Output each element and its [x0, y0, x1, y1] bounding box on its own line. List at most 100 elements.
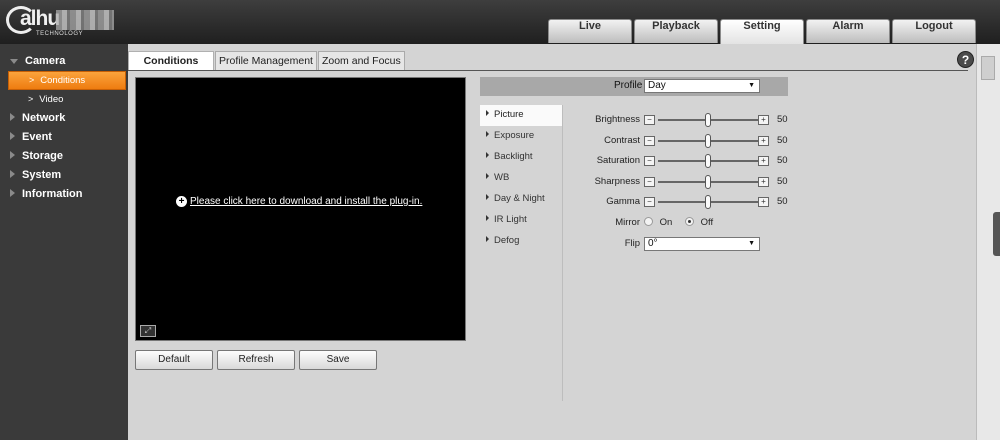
side-panel-handle[interactable]	[993, 212, 1000, 256]
nav-tab-setting[interactable]: Setting	[720, 19, 804, 44]
plugin-link-text: Please click here to download and instal…	[190, 196, 423, 207]
sidebar-item-label: Network	[22, 112, 66, 124]
tab-zoom-and-focus[interactable]: Zoom and Focus	[317, 51, 405, 70]
save-button[interactable]: Save	[299, 350, 377, 370]
logo-redacted	[56, 10, 114, 30]
sharpness-slider[interactable]: − + 50	[644, 175, 788, 189]
plus-circle-icon: +	[176, 196, 187, 207]
fullscreen-icon[interactable]: ⤢	[140, 325, 156, 337]
page-tabs: Conditions Profile Management Zoom and F…	[128, 51, 406, 70]
decrease-icon[interactable]: −	[644, 136, 655, 146]
brightness-value: 50	[777, 114, 788, 125]
sidebar-item-conditions[interactable]: > Conditions	[8, 71, 126, 90]
gamma-label: Gamma	[606, 196, 640, 207]
decrease-icon[interactable]: −	[644, 156, 655, 166]
page-scrollbar[interactable]	[976, 44, 1000, 440]
profile-bar: Profile Day ▼	[480, 77, 788, 96]
caret-right-icon	[10, 189, 15, 197]
sharpness-value: 50	[777, 176, 788, 187]
sidebar-item-label: Storage	[22, 150, 63, 162]
profile-label: Profile	[614, 80, 643, 91]
logo-text: alhu	[20, 7, 60, 30]
sidebar-item-label: Video	[39, 94, 64, 105]
sidebar-item-camera[interactable]: Camera	[0, 52, 128, 71]
sidebar-item-information[interactable]: Information	[0, 185, 128, 204]
slider-thumb[interactable]	[705, 154, 711, 168]
sidebar-item-storage[interactable]: Storage	[0, 147, 128, 166]
contrast-row: Contrast − + 50	[520, 134, 792, 148]
profile-select[interactable]: Day ▼	[644, 79, 760, 93]
saturation-slider[interactable]: − + 50	[644, 154, 788, 168]
gamma-row: Gamma − + 50	[520, 195, 792, 209]
sidebar: Camera > Conditions > Video Network Event …	[0, 44, 128, 440]
tab-profile-management[interactable]: Profile Management	[215, 51, 317, 70]
sidebar-item-event[interactable]: Event	[0, 128, 128, 147]
slider-thumb[interactable]	[705, 195, 711, 209]
action-buttons: Default Refresh Save	[135, 350, 377, 370]
nav-tab-alarm[interactable]: Alarm	[806, 19, 890, 43]
caret-right-icon	[10, 151, 15, 159]
refresh-button[interactable]: Refresh	[217, 350, 295, 370]
mirror-label: Mirror	[615, 217, 640, 228]
chevron-right-icon: >	[28, 94, 34, 104]
caret-right-icon	[10, 132, 15, 140]
sidebar-item-label: Information	[22, 188, 83, 200]
nav-tab-playback[interactable]: Playback	[634, 19, 718, 43]
flip-select-value: 0°	[648, 238, 658, 249]
nav-tab-live[interactable]: Live	[548, 19, 632, 43]
flip-label: Flip	[624, 238, 640, 249]
chevron-right-icon: >	[29, 75, 35, 85]
flip-row: Flip 0° ▼	[520, 237, 820, 251]
increase-icon[interactable]: +	[758, 156, 769, 166]
mirror-row: Mirror On Off	[520, 216, 820, 230]
gamma-slider[interactable]: − + 50	[644, 195, 788, 209]
decrease-icon[interactable]: −	[644, 177, 655, 187]
caret-right-icon	[486, 173, 489, 179]
slider-thumb[interactable]	[705, 175, 711, 189]
logo-subtext: TECHNOLOGY	[36, 31, 84, 37]
sidebar-item-video[interactable]: > Video	[8, 90, 126, 109]
decrease-icon[interactable]: −	[644, 197, 655, 207]
caret-down-icon	[10, 59, 18, 64]
mirror-on-label: On	[659, 217, 673, 228]
help-icon[interactable]: ?	[957, 51, 974, 68]
brightness-row: Brightness − + 50	[520, 113, 792, 127]
contrast-slider[interactable]: − + 50	[644, 134, 788, 148]
increase-icon[interactable]: +	[758, 136, 769, 146]
contrast-label: Contrast	[604, 135, 640, 146]
slider-thumb[interactable]	[705, 113, 711, 127]
caret-right-icon	[486, 110, 489, 116]
sidebar-item-label: Camera	[25, 55, 66, 67]
mirror-off-radio[interactable]	[684, 217, 694, 226]
nav-tab-logout[interactable]: Logout	[892, 19, 976, 43]
tab-conditions[interactable]: Conditions	[128, 51, 214, 70]
decrease-icon[interactable]: −	[644, 115, 655, 125]
increase-icon[interactable]: +	[758, 197, 769, 207]
sidebar-item-label: Event	[22, 131, 52, 143]
increase-icon[interactable]: +	[758, 115, 769, 125]
caret-right-icon	[486, 152, 489, 158]
sharpness-row: Sharpness − + 50	[520, 175, 792, 189]
slider-thumb[interactable]	[705, 134, 711, 148]
setting-tab-label: Defog	[494, 235, 520, 246]
brightness-slider[interactable]: − + 50	[644, 113, 788, 127]
caret-right-icon	[10, 170, 15, 178]
gamma-value: 50	[777, 196, 788, 207]
sidebar-item-network[interactable]: Network	[0, 109, 128, 128]
caret-right-icon	[10, 113, 15, 121]
flip-select[interactable]: 0° ▼	[644, 237, 760, 251]
caret-right-icon	[486, 215, 489, 221]
brightness-label: Brightness	[595, 114, 640, 125]
brand-logo: alhu TECHNOLOGY	[6, 5, 114, 37]
default-button[interactable]: Default	[135, 350, 213, 370]
settings-divider	[562, 105, 563, 401]
plugin-download-link[interactable]: + Please click here to download and inst…	[176, 196, 422, 207]
dropdown-arrow-icon: ▼	[748, 240, 755, 247]
saturation-row: Saturation − + 50	[520, 154, 792, 168]
scrollbar-thumb[interactable]	[981, 56, 995, 80]
video-preview: + Please click here to download and inst…	[135, 77, 466, 341]
increase-icon[interactable]: +	[758, 177, 769, 187]
mirror-on-radio[interactable]	[644, 217, 653, 226]
main-content: Conditions Profile Management Zoom and F…	[128, 44, 976, 440]
sidebar-item-system[interactable]: System	[0, 166, 128, 185]
